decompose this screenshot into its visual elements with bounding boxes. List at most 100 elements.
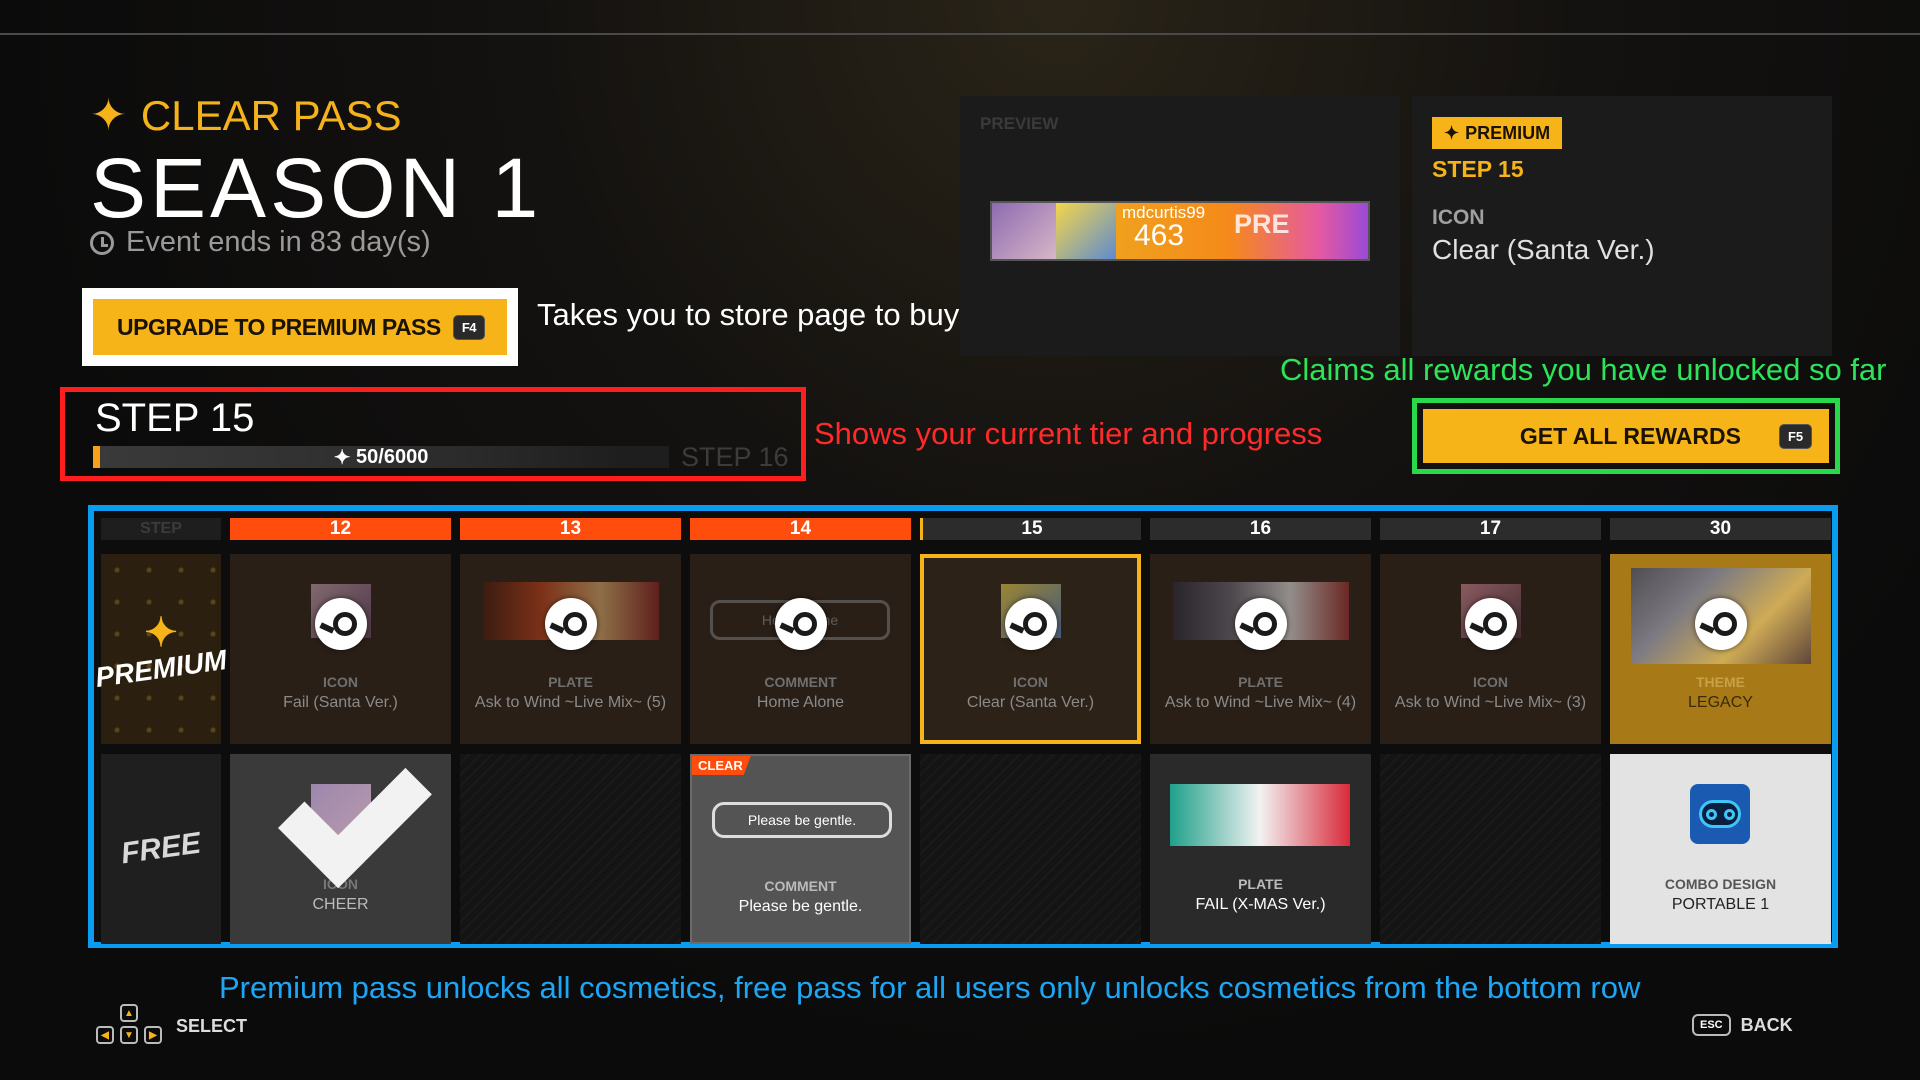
step-header: STEP (101, 518, 221, 540)
plate-banner: mdcurtis99 463 PRE (1116, 203, 1368, 259)
progress-text: ✦ 50/6000 (93, 445, 669, 469)
reward-type: THEME (1696, 674, 1745, 690)
free-row-label: FREE (101, 754, 221, 944)
detail-type: ICON (1432, 206, 1485, 229)
column-step-15: 15 (920, 518, 1141, 540)
upgrade-highlight-frame: UPGRADE TO PREMIUM PASS F4 (82, 288, 518, 366)
season-title: SEASON 1 (90, 141, 543, 235)
reward-name: Please be gentle. (738, 898, 863, 915)
free-reward-cell[interactable]: CLEAR Please be gentle. COMMENT Please b… (690, 754, 911, 944)
steam-lock-icon (1464, 598, 1517, 650)
step-number: 30 (1610, 518, 1831, 540)
claimed-check-icon (264, 784, 424, 894)
premium-row-plus-icon: ✦ (144, 611, 178, 655)
empty-reward-cell (1380, 754, 1601, 944)
reward-name: CHEER (312, 896, 369, 913)
step-header-column: STEP (101, 518, 221, 540)
clock-icon (90, 230, 114, 255)
upgrade-premium-button[interactable]: UPGRADE TO PREMIUM PASS F4 (93, 299, 507, 355)
reward-type: COMMENT (764, 674, 837, 690)
empty-reward-cell (920, 754, 1141, 944)
column-step-12: 12 (230, 518, 451, 540)
free-reward-cell[interactable]: ICON CHEER (230, 754, 451, 944)
step-number: 13 (460, 518, 681, 540)
premium-plus-icon: ✦ (1444, 122, 1460, 143)
reward-name: Fail (Santa Ver.) (283, 694, 398, 711)
reward-type: ICON (323, 674, 358, 690)
steam-lock-icon (1694, 598, 1747, 650)
column-step-13: 13 (460, 518, 681, 540)
premium-reward-cell[interactable]: PLATE Ask to Wind ~Live Mix~ (5) (460, 554, 681, 744)
steam-lock-icon (314, 598, 367, 650)
select-label: SELECT (176, 1015, 248, 1036)
progress-value: 50/6000 (356, 445, 429, 468)
progress-bar: ✦ 50/6000 (93, 445, 669, 469)
plus-star-icon: ✦ (90, 91, 127, 140)
premium-reward-cell[interactable]: PLATE Ask to Wind ~Live Mix~ (4) (1150, 554, 1371, 744)
step-number: 12 (230, 518, 451, 540)
preview-label: PREVIEW (980, 114, 1059, 133)
premium-row-label: ✦ PREMIUM (93, 554, 229, 744)
event-ends: Event ends in 83 day(s) (90, 226, 431, 259)
f4-key-badge: F4 (452, 314, 485, 340)
reward-name: Ask to Wind ~Live Mix~ (4) (1164, 694, 1357, 711)
reward-name: Home Alone (756, 694, 845, 711)
get-all-rewards-button[interactable]: GET ALL REWARDS F5 (1423, 409, 1829, 463)
premium-reward-cell[interactable]: Home Alone COMMENT Home Alone (690, 554, 911, 744)
free-reward-cell[interactable]: PLATE FAIL (X-MAS Ver.) (1150, 754, 1371, 944)
plate-avatar-1 (992, 203, 1056, 259)
reward-detail-panel: ✦ PREMIUM STEP 15 ICON Clear (Santa Ver.… (1412, 96, 1832, 356)
reward-name: Clear (Santa Ver.) (966, 694, 1095, 711)
progress-plus-icon: ✦ (333, 446, 351, 469)
clear-tag: CLEAR (692, 756, 751, 775)
esc-key-icon: ESC (1692, 1014, 1731, 1036)
premium-reward-cell[interactable]: ICON Fail (Santa Ver.) (230, 554, 451, 744)
rewards-highlight-frame: GET ALL REWARDS F5 (1412, 398, 1840, 474)
rewards-annotation: Claims all rewards you have unlocked so … (1280, 352, 1887, 387)
reward-grid: STEP ✦ PREMIUM FREE 12 ICON Fail (Santa … (88, 505, 1838, 948)
top-divider (0, 33, 1920, 35)
progress-annotation: Shows your current tier and progress (814, 416, 1323, 451)
reward-type: PLATE (1238, 674, 1283, 690)
step-number: 14 (690, 518, 911, 540)
reward-type: PLATE (1238, 876, 1283, 892)
get-all-rewards-label: GET ALL REWARDS (1519, 422, 1741, 449)
back-label: BACK (1740, 1014, 1793, 1035)
comment-bubble: Please be gentle. (712, 802, 892, 838)
preview-nameplate: mdcurtis99 463 PRE (990, 201, 1370, 261)
reward-name: Ask to Wind ~Live Mix~ (5) (474, 694, 667, 711)
upgrade-premium-label: UPGRADE TO PREMIUM PASS (117, 313, 441, 340)
preview-panel: PREVIEW mdcurtis99 463 PRE (960, 96, 1400, 356)
reward-type: COMMENT (764, 878, 837, 894)
reward-type: ICON (1473, 674, 1508, 690)
steam-lock-icon (544, 598, 597, 650)
column-step-30: 30 (1610, 518, 1831, 540)
select-hint[interactable]: ▲ ◀ ▼ ▶ SELECT (96, 1004, 247, 1048)
reward-name: PORTABLE 1 (1671, 896, 1770, 913)
premium-reward-cell-selected[interactable]: ICON Clear (Santa Ver.) (920, 554, 1141, 744)
reward-type: ICON (1013, 674, 1048, 690)
combo-design-icon (1690, 784, 1750, 844)
step-progress-frame: STEP 15 ✦ 50/6000 STEP 16 (60, 387, 806, 481)
empty-reward-cell (460, 754, 681, 944)
plate-level: 463 (1134, 219, 1185, 252)
next-step: STEP 16 (681, 442, 789, 472)
pass-label-text: CLEAR PASS (140, 92, 402, 139)
free-reward-cell[interactable]: COMBO DESIGN PORTABLE 1 (1610, 754, 1831, 944)
plate-avatar-2 (1056, 203, 1116, 259)
free-row-text: FREE (119, 826, 203, 871)
back-hint[interactable]: ESC BACK (1692, 1014, 1793, 1036)
premium-tag: ✦ PREMIUM (1432, 117, 1563, 149)
event-ends-text: Event ends in 83 day(s) (126, 226, 431, 258)
steam-lock-icon (774, 598, 827, 650)
reward-type: COMBO DESIGN (1664, 876, 1777, 892)
premium-reward-cell[interactable]: THEME LEGACY (1610, 554, 1831, 744)
column-step-14: 14 (690, 518, 911, 540)
reward-name: FAIL (X-MAS Ver.) (1195, 896, 1326, 913)
step-number: 17 (1380, 518, 1601, 540)
arrow-keys-icon: ▲ ◀ ▼ ▶ (96, 1004, 162, 1048)
premium-reward-cell[interactable]: ICON Ask to Wind ~Live Mix~ (3) (1380, 554, 1601, 744)
detail-step: STEP 15 (1432, 156, 1524, 182)
column-step-16: 16 (1150, 518, 1371, 540)
reward-name: LEGACY (1688, 694, 1753, 711)
